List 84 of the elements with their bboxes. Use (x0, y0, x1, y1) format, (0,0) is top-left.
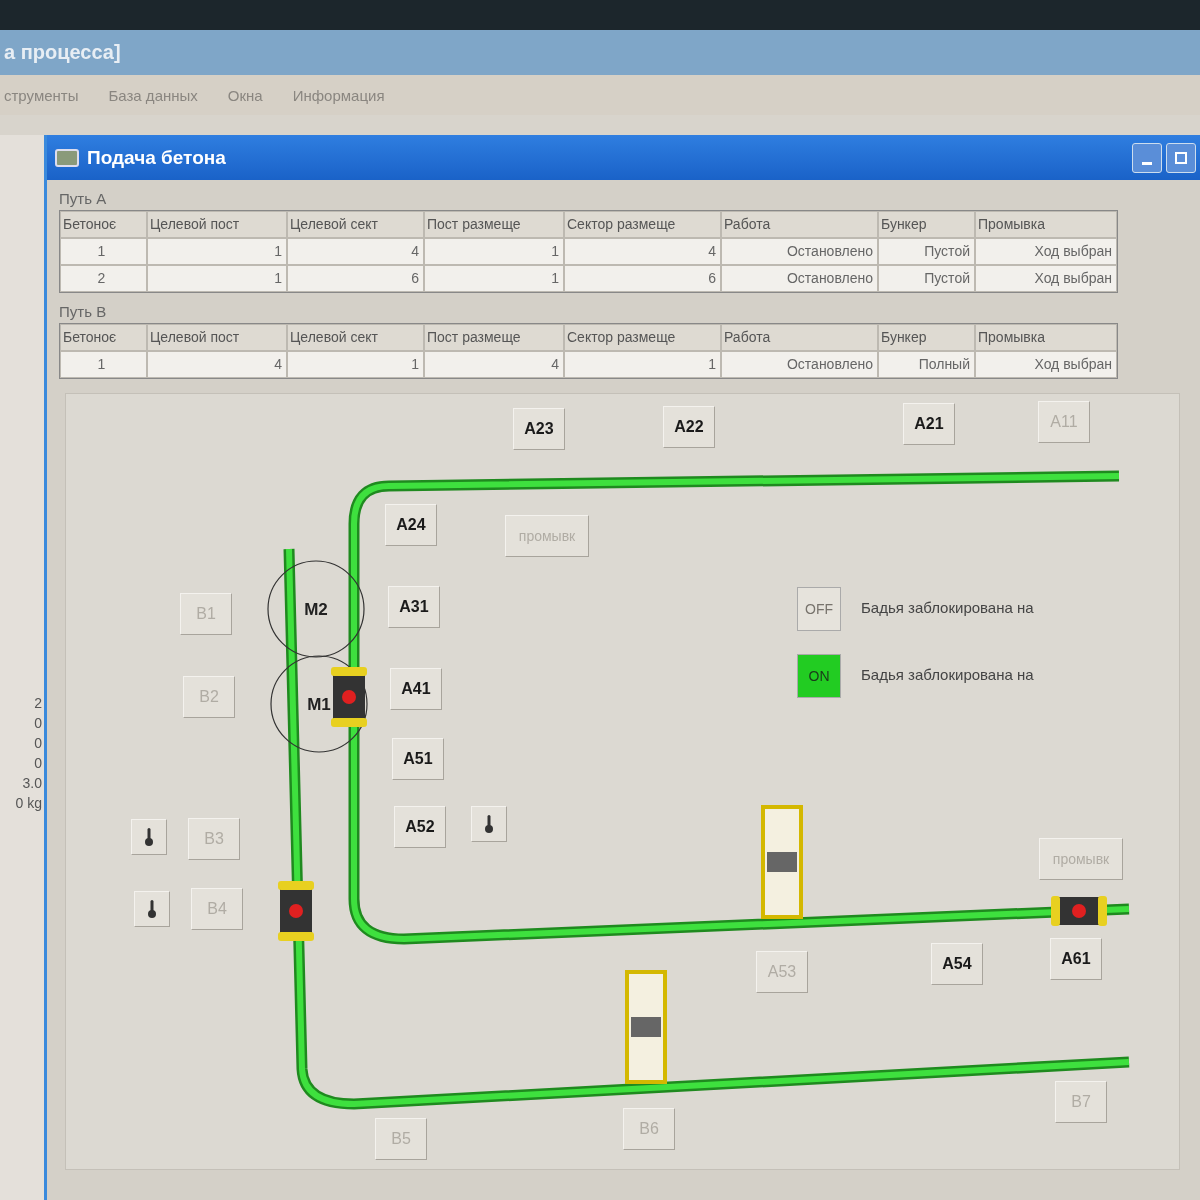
column-header: Промывка (976, 325, 1116, 350)
menu-item[interactable]: Окна (227, 86, 263, 104)
side-value: 2 (34, 695, 42, 711)
column-header: Целевой пост (148, 212, 286, 237)
trolley-drawing (278, 881, 314, 941)
maximize-icon (1174, 150, 1188, 165)
table-cell: 6 (288, 266, 423, 291)
table-cell: Ход выбран (976, 239, 1116, 264)
side-value: 0 (34, 735, 42, 751)
column-header: Бункер (879, 212, 974, 237)
column-header: Бункер (879, 325, 974, 350)
table-cell: 4 (148, 352, 286, 377)
column-header: Сектор размеще (565, 325, 720, 350)
table-cell: 1 (425, 239, 563, 264)
table-cell: 1 (425, 266, 563, 291)
column-header: Пост размеще (425, 212, 563, 237)
side-value: 0 (34, 715, 42, 731)
menu-item[interactable]: База данных (108, 86, 198, 104)
table-cell: Остановлено (722, 266, 877, 291)
table-cell: 1 (148, 239, 286, 264)
column-header: Целевой пост (148, 325, 286, 350)
table-cell: Остановлено (722, 352, 877, 377)
table-cell: 1 (61, 352, 146, 377)
column-header: Работа (722, 212, 877, 237)
table-cell: 1 (148, 266, 286, 291)
window-title: Подача бетона (87, 146, 226, 169)
column-header: Сектор размеще (565, 212, 720, 237)
lock-toggle[interactable]: ON (797, 654, 841, 698)
thermometer-icon (144, 827, 154, 847)
station-button[interactable]: A51 (392, 738, 444, 780)
thermometer-icon (484, 814, 494, 834)
column-header: Работа (722, 325, 877, 350)
menu-item[interactable]: струменты (4, 86, 79, 104)
station-button[interactable]: A31 (388, 586, 440, 628)
table-cell: 6 (565, 266, 720, 291)
station-button[interactable]: A23 (513, 408, 565, 450)
table-cell: 2 (61, 266, 146, 291)
table-cell: Полный (879, 352, 974, 377)
app-title: а процесса] (4, 41, 121, 64)
side-value: 0 (34, 755, 42, 771)
lock-label: Бадья заблокирована на (861, 666, 1034, 683)
thermometer-icon (147, 899, 157, 919)
side-value: 0 kg (15, 795, 42, 811)
minimize-button[interactable] (1132, 142, 1162, 173)
trolley-drawing (1051, 896, 1107, 926)
column-header: Промывка (976, 212, 1116, 237)
minimize-icon (1142, 162, 1152, 165)
station-button[interactable]: A22 (663, 406, 715, 448)
table-cell: 1 (565, 352, 720, 377)
station-button[interactable]: A24 (385, 504, 437, 546)
column-header: Целевой сект (288, 212, 423, 237)
column-header: Бетоноє (61, 325, 146, 350)
station-button[interactable]: A52 (394, 806, 446, 848)
station-button[interactable]: A54 (931, 943, 983, 985)
column-header: Бетоноє (61, 212, 146, 237)
side-value: 3.0 (22, 775, 42, 791)
station-button[interactable]: A61 (1050, 938, 1102, 980)
lock-toggle[interactable]: OFF (797, 587, 841, 631)
column-header: Целевой сект (288, 325, 423, 350)
menu-item[interactable]: Информация (292, 86, 385, 104)
maximize-button[interactable] (1166, 142, 1196, 173)
motor-label: M2 (304, 600, 328, 619)
lock-label: Бадья заблокирована на (861, 599, 1034, 616)
table-cell: Остановлено (722, 239, 877, 264)
thermometer-button[interactable] (131, 819, 167, 855)
table-cell: 4 (565, 239, 720, 264)
station-button[interactable]: A21 (903, 403, 955, 445)
path-label: Путь В (59, 303, 108, 322)
table-cell: Пустой (879, 239, 974, 264)
station-button[interactable]: A41 (390, 668, 442, 710)
thermometer-button[interactable] (134, 891, 170, 927)
table-cell: Ход выбран (976, 352, 1116, 377)
table-cell: 1 (288, 352, 423, 377)
thermometer-button[interactable] (471, 806, 507, 842)
table-cell: 4 (288, 239, 423, 264)
table-cell: 1 (61, 239, 146, 264)
table-cell: Ход выбран (976, 266, 1116, 291)
window-icon (55, 148, 79, 167)
table-cell: Пустой (879, 266, 974, 291)
trolley-drawing (331, 667, 367, 727)
column-header: Пост размеще (425, 325, 563, 350)
path-label: Путь А (59, 190, 108, 209)
table-cell: 4 (425, 352, 563, 377)
motor-label: M1 (307, 695, 331, 714)
